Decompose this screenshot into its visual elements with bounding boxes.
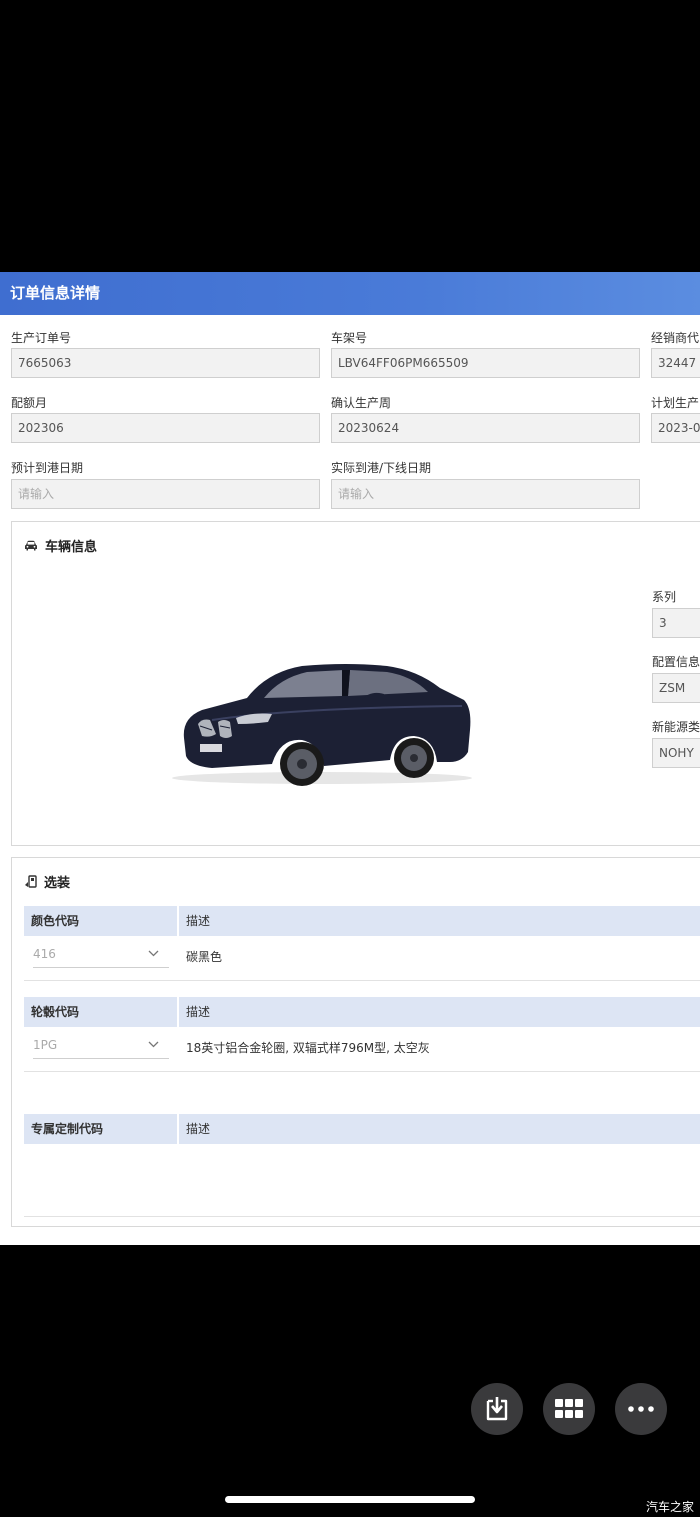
field-expected-arrival-date[interactable]: 请输入 <box>11 479 320 509</box>
field-new-energy-type[interactable]: NOHY <box>652 738 700 768</box>
options-section: 选装 颜色代码 描述 416 碳黑色 轮毂代码 描述 1PG 18英寸铝合金轮圈… <box>11 857 700 1227</box>
vehicle-info-title: 车辆信息 <box>24 536 97 555</box>
download-button[interactable] <box>471 1383 523 1435</box>
color-table-header: 颜色代码 描述 <box>24 906 700 936</box>
field-confirm-production-week[interactable]: 20230624 <box>331 413 640 443</box>
download-icon <box>486 1397 508 1421</box>
vehicle-info-section: 车辆信息 系列 3 配置信息 ZSM 新能源类 NOHY <box>11 521 700 846</box>
color-code-value: 416 <box>33 947 56 961</box>
field-actual-arrival-date[interactable]: 请输入 <box>331 479 640 509</box>
car-image <box>172 664 472 786</box>
vehicle-info-label: 车辆信息 <box>45 540 98 555</box>
label-confirm-production-week: 确认生产周 <box>331 396 392 410</box>
label-dealer-code: 经销商代 <box>651 331 700 345</box>
more-button[interactable] <box>615 1383 667 1435</box>
field-series[interactable]: 3 <box>652 608 700 638</box>
custom-desc-header: 描述 <box>186 1122 211 1136</box>
watermark: 汽车之家 <box>645 1500 694 1514</box>
custom-code-header: 专属定制代码 <box>31 1122 104 1136</box>
field-vin[interactable]: LBV64FF06PM665509 <box>331 348 640 378</box>
rim-desc-value: 18英寸铝合金轮圈, 双辐式样796M型, 太空灰 <box>186 1041 430 1055</box>
rim-code-value: 1PG <box>33 1038 58 1052</box>
order-detail-panel: 订单信息详情 生产订单号 7665063 车架号 LBV64FF06PM6655… <box>0 272 700 1245</box>
color-code-select[interactable]: 416 <box>33 942 169 968</box>
home-indicator[interactable] <box>225 1496 475 1503</box>
chevron-down-icon <box>148 950 159 957</box>
rim-code-header: 轮毂代码 <box>31 1005 80 1019</box>
option-package-icon <box>25 875 37 888</box>
more-dots-icon <box>628 1406 654 1412</box>
label-series: 系列 <box>652 590 677 604</box>
grid-icon <box>555 1399 583 1418</box>
rim-code-select[interactable]: 1PG <box>33 1033 169 1059</box>
label-quota-month: 配额月 <box>11 396 48 410</box>
label-vin: 车架号 <box>331 331 368 345</box>
custom-table-header: 专属定制代码 描述 <box>24 1114 700 1144</box>
label-planned-production: 计划生产 <box>651 396 700 410</box>
field-quota-month[interactable]: 202306 <box>11 413 320 443</box>
label-expected-arrival-date: 预计到港日期 <box>11 461 84 475</box>
color-desc-header: 描述 <box>186 914 211 928</box>
field-production-order-no[interactable]: 7665063 <box>11 348 320 378</box>
rim-desc-header: 描述 <box>186 1005 211 1019</box>
field-dealer-code[interactable]: 32447 <box>651 348 700 378</box>
label-actual-arrival-date: 实际到港/下线日期 <box>331 461 432 475</box>
options-title: 选装 <box>24 872 70 891</box>
color-code-header: 颜色代码 <box>31 914 80 928</box>
field-config-info[interactable]: ZSM <box>652 673 700 703</box>
color-desc-value: 碳黑色 <box>186 950 223 964</box>
app-screen: 订单信息详情 生产订单号 7665063 车架号 LBV64FF06PM6655… <box>0 0 700 1517</box>
rim-table-header: 轮毂代码 描述 <box>24 997 700 1027</box>
label-new-energy-type: 新能源类 <box>652 720 700 734</box>
page-title: 订单信息详情 <box>0 272 700 315</box>
field-planned-production[interactable]: 2023-0 <box>651 413 700 443</box>
car-icon <box>25 540 37 551</box>
label-production-order-no: 生产订单号 <box>11 331 72 345</box>
chevron-down-icon <box>148 1041 159 1048</box>
options-label: 选装 <box>44 876 71 891</box>
label-config-info: 配置信息 <box>652 655 700 669</box>
grid-menu-button[interactable] <box>543 1383 595 1435</box>
